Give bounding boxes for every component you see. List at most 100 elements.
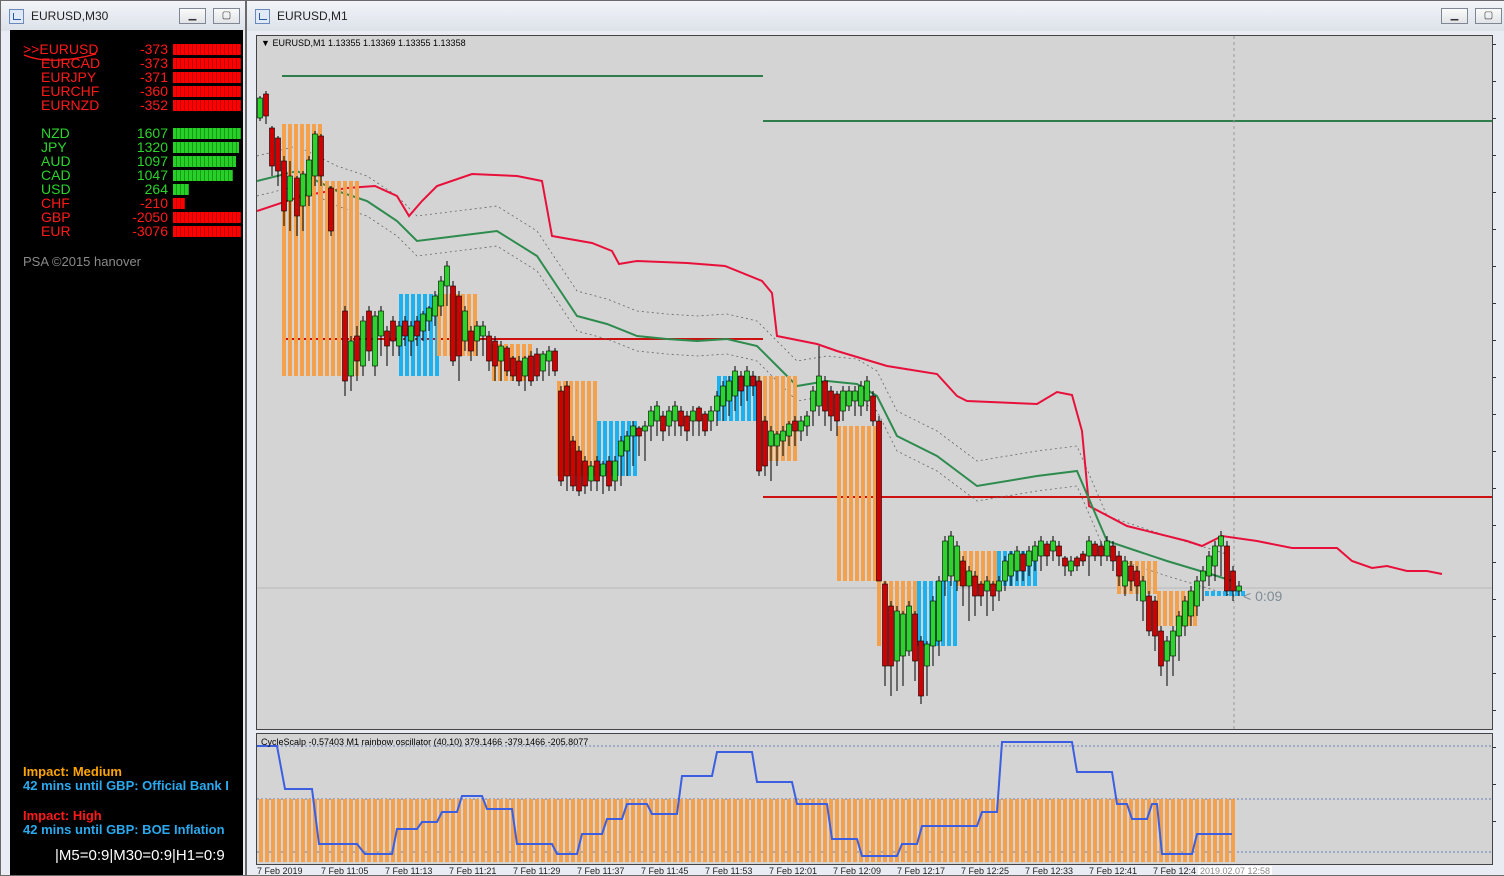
bear-candle (492, 340, 498, 367)
price-tick (1493, 118, 1496, 119)
price-tick (1493, 377, 1496, 378)
bear-candle (888, 605, 894, 667)
osc-histogram-bar (871, 799, 875, 862)
maximize-button[interactable]: ▢ (1475, 8, 1502, 24)
minimize-button[interactable]: ▁ (1441, 8, 1468, 24)
osc-histogram-bar (1177, 799, 1181, 862)
osc-histogram-bar (931, 799, 935, 862)
bull-candle (1026, 550, 1032, 567)
currency-strength-bar (173, 226, 241, 237)
bull-candle (1140, 580, 1146, 602)
bull-candle (480, 325, 486, 337)
bear-candle (510, 357, 516, 377)
osc-histogram-bar (691, 799, 695, 862)
osc-histogram-bar (271, 799, 275, 862)
bear-candle (354, 335, 360, 362)
signal-column (837, 426, 841, 581)
signal-column (1205, 591, 1209, 596)
price-tick (1493, 155, 1496, 156)
bull-candle (438, 280, 444, 307)
osc-histogram-bar (349, 799, 353, 862)
bull-candle (612, 460, 618, 482)
bull-candle (1002, 560, 1008, 582)
bull-candle (1236, 585, 1242, 592)
bull-candle (1212, 545, 1218, 567)
price-scale[interactable] (1493, 35, 1504, 865)
bear-candle (504, 347, 510, 372)
bull-candle (624, 435, 630, 452)
bull-candle (396, 325, 402, 347)
bear-candle (1230, 570, 1236, 592)
currency-value: 1047 (136, 167, 168, 183)
bear-candle (912, 613, 918, 662)
osc-histogram-bar (1165, 799, 1169, 862)
bull-candle (732, 370, 738, 397)
main-window-titlebar[interactable]: EURUSD,M1 ▁ ▢ (247, 1, 1504, 31)
bull-candle (546, 350, 552, 362)
osc-histogram-bar (1003, 799, 1007, 862)
bear-candle (390, 320, 396, 342)
signal-column (877, 581, 881, 646)
time-scale[interactable]: 7 Feb 2019 7 Feb 11:05 7 Feb 11:13 7 Feb 11… (256, 865, 1504, 875)
osc-histogram-bar (325, 799, 329, 862)
price-tick (1493, 303, 1496, 304)
osc-histogram-bar (559, 799, 563, 862)
bull-candle (708, 410, 714, 422)
bear-candle (594, 460, 600, 482)
osc-histogram-bar (745, 799, 749, 862)
signal-column (855, 426, 859, 581)
osc-histogram-bar (415, 799, 419, 862)
time-label: 7 Feb 11:05 (321, 866, 369, 875)
bull-candle (1008, 553, 1014, 577)
osc-histogram-bar (937, 799, 941, 862)
osc-histogram-bar (961, 799, 965, 862)
osc-histogram-bar (811, 799, 815, 862)
osc-histogram-bar (463, 799, 467, 862)
bear-candle (678, 410, 684, 427)
minimize-button[interactable]: ▁ (179, 8, 206, 24)
time-label: 7 Feb 11:21 (449, 866, 497, 875)
pair-strength-bar (173, 72, 241, 83)
time-label: 7 Feb 11:29 (513, 866, 561, 875)
osc-histogram-bar (307, 799, 311, 862)
osc-histogram-bar (757, 799, 761, 862)
price-tick (1493, 266, 1496, 267)
signal-column (867, 426, 871, 581)
left-window-titlebar[interactable]: EURUSD,M30 ▁ ▢ (1, 1, 245, 31)
signal-column (1147, 561, 1151, 594)
price-chart[interactable]: ▼ EURUSD,M1 1.13355 1.13369 1.13355 1.13… (256, 35, 1493, 730)
bull-candle (1200, 570, 1206, 582)
osc-histogram-bar (865, 799, 869, 862)
bull-candle (618, 440, 624, 457)
bear-candle (660, 415, 666, 432)
price-tick (1493, 747, 1496, 748)
chart-menu-arrow-icon[interactable]: ▼ (261, 38, 270, 48)
pair-name: EURNZD (41, 97, 100, 113)
osc-histogram-bar (847, 799, 851, 862)
osc-histogram-bar (763, 799, 767, 862)
price-tick (1493, 599, 1496, 600)
maximize-button[interactable]: ▢ (213, 8, 240, 24)
osc-histogram-bar (481, 799, 485, 862)
time-label: 7 Feb 12:4 (1153, 866, 1197, 875)
bear-candle (294, 177, 300, 217)
osc-histogram-bar (427, 799, 431, 862)
bull-candle (360, 320, 366, 367)
pair-name: EURJPY (41, 69, 97, 85)
bull-candle (378, 310, 384, 337)
osc-histogram-bar (853, 799, 857, 862)
currency-strength-bar (173, 142, 239, 153)
bear-candle (582, 460, 588, 487)
bear-candle (516, 360, 522, 382)
oscillator-canvas[interactable] (257, 734, 1492, 864)
osc-histogram-bar (1153, 799, 1157, 862)
bear-candle (702, 413, 708, 432)
osc-histogram-bar (925, 799, 929, 862)
osc-histogram-bar (373, 799, 377, 862)
currency-strength-bar (173, 128, 241, 139)
price-chart-canvas[interactable] (257, 36, 1492, 729)
oscillator-subwindow[interactable]: CycleScalp -0.57403 M1 rainbow oscillato… (256, 733, 1493, 865)
bear-candle (762, 420, 768, 467)
bull-candle (1170, 630, 1176, 657)
pair-name: EURCHF (41, 83, 100, 99)
